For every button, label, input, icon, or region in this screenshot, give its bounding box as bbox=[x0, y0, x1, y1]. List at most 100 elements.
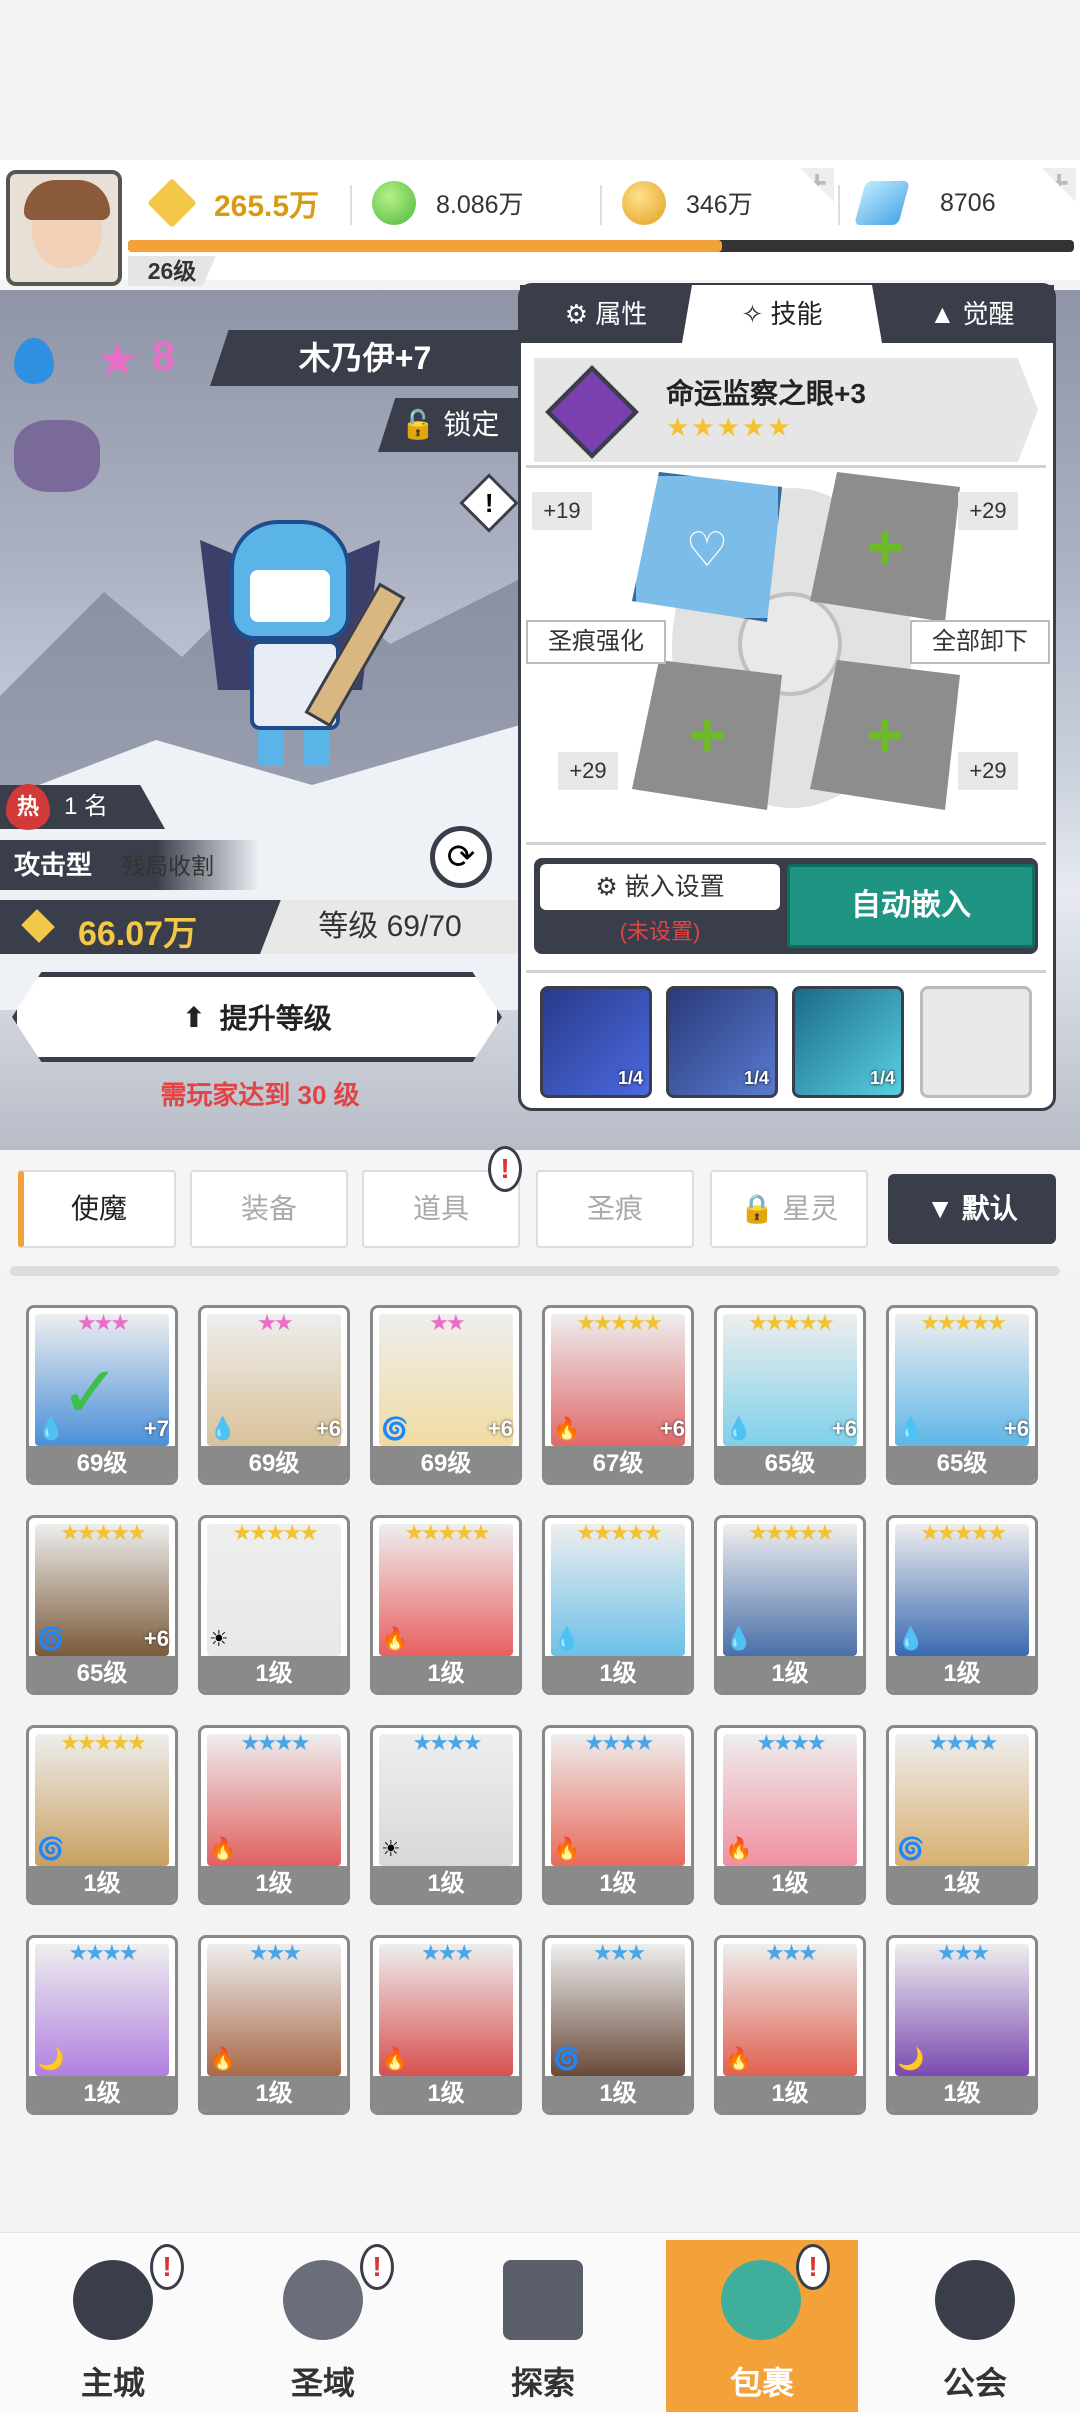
nav-explore[interactable]: 探索 bbox=[448, 2240, 638, 2412]
pet-card[interactable]: ★★★ 🔥 1级 bbox=[370, 1935, 522, 2115]
pet-card[interactable]: ★★★ 🌀 1级 bbox=[542, 1935, 694, 2115]
green-value: 8.086万 bbox=[436, 191, 524, 219]
pet-level: 65级 bbox=[889, 1446, 1035, 1482]
filter-pets[interactable]: 使魔 bbox=[18, 1170, 176, 1248]
pet-stars: ★★★★ bbox=[68, 1940, 139, 1965]
sword-icon bbox=[503, 2260, 583, 2340]
unload-all-button[interactable]: 全部卸下 bbox=[910, 620, 1050, 664]
pet-level: 1级 bbox=[889, 2076, 1035, 2112]
gem-currency[interactable]: 8706 + bbox=[854, 168, 1076, 228]
pet-card[interactable]: ★★★★★ 🔥 +6 67级 bbox=[542, 1305, 694, 1485]
element-icon: ☀ bbox=[381, 1836, 401, 1861]
rank-label: 1 名 bbox=[64, 793, 109, 820]
stigma-slot-empty[interactable]: + bbox=[810, 660, 960, 810]
filter-spirit[interactable]: 🔒 星灵 bbox=[710, 1170, 868, 1248]
pet-stars: ★★★★★ bbox=[404, 1520, 491, 1545]
player-level: 26级 bbox=[128, 256, 216, 286]
scrollbar[interactable] bbox=[10, 1266, 1060, 1276]
rune-slot[interactable]: 1/4 bbox=[666, 986, 778, 1098]
lock-label: 锁定 bbox=[443, 409, 500, 440]
auto-embed-button[interactable]: 自动嵌入 bbox=[787, 864, 1035, 948]
stigma-strengthen-button[interactable]: 圣痕强化 bbox=[526, 620, 666, 664]
pet-card[interactable]: ★★ 💧 +6 69级 bbox=[198, 1305, 350, 1485]
pet-card[interactable]: ★★★★★ ☀ 1级 bbox=[198, 1515, 350, 1695]
pet-stars: ★★★★★ bbox=[748, 1520, 835, 1545]
stigma-slot-equipped[interactable]: ♡ bbox=[632, 472, 782, 622]
pet-card[interactable]: ★★ 🌀 +6 69级 bbox=[370, 1305, 522, 1485]
pet-card[interactable]: ★★★★ 🔥 1级 bbox=[714, 1725, 866, 1905]
pet-card[interactable]: ★★★★★ 💧 +6 65级 bbox=[714, 1305, 866, 1485]
hero-level: 等级 69/70 bbox=[260, 900, 520, 954]
embed-settings-button[interactable]: ⚙ 嵌入设置 bbox=[540, 864, 780, 910]
pet-card[interactable]: ★★★ 🔥 1级 bbox=[714, 1935, 866, 2115]
pet-card[interactable]: ★★★★ ☀ 1级 bbox=[370, 1725, 522, 1905]
switch-skin-icon[interactable]: ⟳ bbox=[430, 826, 492, 888]
hero-character bbox=[190, 520, 406, 770]
pet-card[interactable]: ★★★★ 🌀 1级 bbox=[886, 1725, 1038, 1905]
hero-type: 攻击型 残局收割 bbox=[0, 840, 260, 890]
rune-count: 1/4 bbox=[743, 1068, 769, 1088]
element-icon: 🔥 bbox=[725, 1836, 753, 1861]
upgrade-label: 提升等级 bbox=[219, 1003, 332, 1034]
gold-currency[interactable]: 346万 + bbox=[622, 168, 834, 228]
element-icon: 🔥 bbox=[725, 2046, 753, 2071]
pet-plus: +6 bbox=[659, 1416, 685, 1441]
pet-card[interactable]: ★★★★★ 💧 1级 bbox=[886, 1515, 1038, 1695]
pet-card[interactable]: ★★★★★ 🌀 1级 bbox=[26, 1725, 178, 1905]
rune-slot[interactable]: 1/4 bbox=[792, 986, 904, 1098]
sort-dropdown[interactable]: ▼ 默认 bbox=[888, 1174, 1056, 1244]
tab-skills[interactable]: ✧ 技能 bbox=[682, 285, 882, 343]
green-currency: 8.086万 bbox=[372, 178, 592, 228]
gold-value: 346万 bbox=[686, 191, 753, 219]
divider bbox=[526, 970, 1046, 973]
skill-icon: ✧ bbox=[741, 299, 771, 329]
element-icon: 🔥 bbox=[553, 1416, 581, 1441]
pet-card[interactable]: ★★★★★ 💧 1级 bbox=[714, 1515, 866, 1695]
pet-level: 1级 bbox=[201, 1656, 347, 1692]
element-icon: 🌙 bbox=[897, 2046, 925, 2071]
nav-guild[interactable]: 公会 bbox=[880, 2240, 1070, 2412]
lock-icon: 🔒 bbox=[739, 1193, 783, 1224]
pet-level: 1级 bbox=[545, 1866, 691, 1902]
tab-attributes[interactable]: ⚙ 属性 bbox=[526, 285, 686, 343]
pet-plus: +6 bbox=[831, 1416, 857, 1441]
pet-stars: ★★★ bbox=[936, 1940, 990, 1965]
pet-level: 67级 bbox=[545, 1446, 691, 1482]
avatar-hair bbox=[24, 180, 110, 220]
pet-card[interactable]: ★★★ 🔥 1级 bbox=[198, 1935, 350, 2115]
skill-stars: ★★★★★ bbox=[666, 412, 793, 442]
nav-label: 包裹 bbox=[729, 2365, 794, 2401]
pet-card[interactable]: ★★★★ 🌙 1级 bbox=[26, 1935, 178, 2115]
pet-card[interactable]: ★★★★★ 🔥 1级 bbox=[370, 1515, 522, 1695]
pet-level: 69级 bbox=[201, 1446, 347, 1482]
gem-icon bbox=[854, 181, 910, 225]
tab-awaken[interactable]: ▲ 觉醒 bbox=[892, 285, 1052, 343]
skin-lock-icon[interactable] bbox=[14, 420, 100, 492]
slot-bonus: +19 bbox=[532, 492, 592, 530]
pet-stars: ★★ bbox=[429, 1310, 465, 1335]
pet-card[interactable]: ★★★★★ 💧 1级 bbox=[542, 1515, 694, 1695]
rune-slot[interactable]: 1/4 bbox=[540, 986, 652, 1098]
stigma-slot-empty[interactable]: + bbox=[810, 472, 960, 622]
upgrade-level-button[interactable]: ⬆ 提升等级 bbox=[12, 972, 502, 1062]
pet-plus: +6 bbox=[143, 1626, 169, 1651]
pet-card[interactable]: ★★★ 🌙 1级 bbox=[886, 1935, 1038, 2115]
pet-stars: ★★★★★ bbox=[920, 1310, 1007, 1335]
lock-button[interactable]: 🔓 锁定 bbox=[378, 398, 522, 452]
filter-stigma[interactable]: 圣痕 bbox=[536, 1170, 694, 1248]
tab-attributes-label: 属性 bbox=[595, 299, 648, 329]
pet-card[interactable]: ★★★★ 🔥 1级 bbox=[198, 1725, 350, 1905]
element-icon: 💧 bbox=[897, 1626, 925, 1651]
pet-stars: ★★★★ bbox=[412, 1730, 483, 1755]
stigma-slot-empty[interactable]: + bbox=[632, 660, 782, 810]
filter-equipment[interactable]: 装备 bbox=[190, 1170, 348, 1248]
rune-slot-empty[interactable] bbox=[920, 986, 1032, 1098]
water-element-icon bbox=[14, 338, 54, 384]
type-label: 攻击型 bbox=[14, 850, 93, 880]
pet-card[interactable]: ★★★★ 🔥 1级 bbox=[542, 1725, 694, 1905]
pet-stars: ★★★★ bbox=[928, 1730, 999, 1755]
pet-card[interactable]: ★★★★★ 🌀 +6 65级 bbox=[26, 1515, 178, 1695]
pet-card[interactable]: ★★★★★ 💧 +6 65级 bbox=[886, 1305, 1038, 1485]
nav-label: 公会 bbox=[942, 2365, 1007, 2401]
player-avatar[interactable] bbox=[6, 170, 122, 286]
